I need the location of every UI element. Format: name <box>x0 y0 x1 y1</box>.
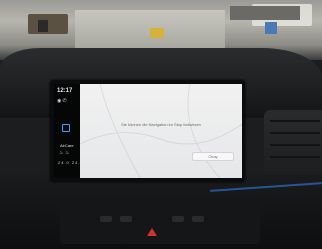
hazard-button[interactable] <box>147 228 157 236</box>
clock: 12:17 <box>57 88 73 94</box>
control-button[interactable] <box>172 216 184 222</box>
navigation-dialog: Sie können die Navigation im Stop fortse… <box>80 84 242 178</box>
tool <box>265 22 277 34</box>
dialog-message: Sie können die Navigation im Stop fortse… <box>121 122 201 127</box>
status-icons: ◉✆ <box>57 98 68 104</box>
seat-heat-icons[interactable]: ♨ ♨ <box>59 150 69 156</box>
ok-button[interactable]: Okay <box>192 152 234 161</box>
shelf <box>28 14 68 34</box>
seat-heat-right-icon[interactable]: ♨ <box>65 150 69 156</box>
shelf <box>230 6 300 20</box>
map-background <box>80 84 242 178</box>
control-button[interactable] <box>100 216 112 222</box>
control-button[interactable] <box>120 216 132 222</box>
square-outline-icon[interactable] <box>62 124 70 132</box>
vent-slat <box>270 144 320 146</box>
aircare-label[interactable]: AirCare <box>60 143 74 148</box>
control-button[interactable] <box>192 216 204 222</box>
vent-slat <box>270 156 320 158</box>
phone-icon: ✆ <box>62 98 68 104</box>
climate-control-panel <box>60 204 260 244</box>
vent-slat <box>270 120 320 122</box>
temp-left[interactable]: 24.0 <box>58 160 70 165</box>
seat-heat-left-icon[interactable]: ♨ <box>59 150 63 156</box>
vent-slat <box>270 132 320 134</box>
tool-box <box>150 28 164 38</box>
tool <box>38 20 48 32</box>
